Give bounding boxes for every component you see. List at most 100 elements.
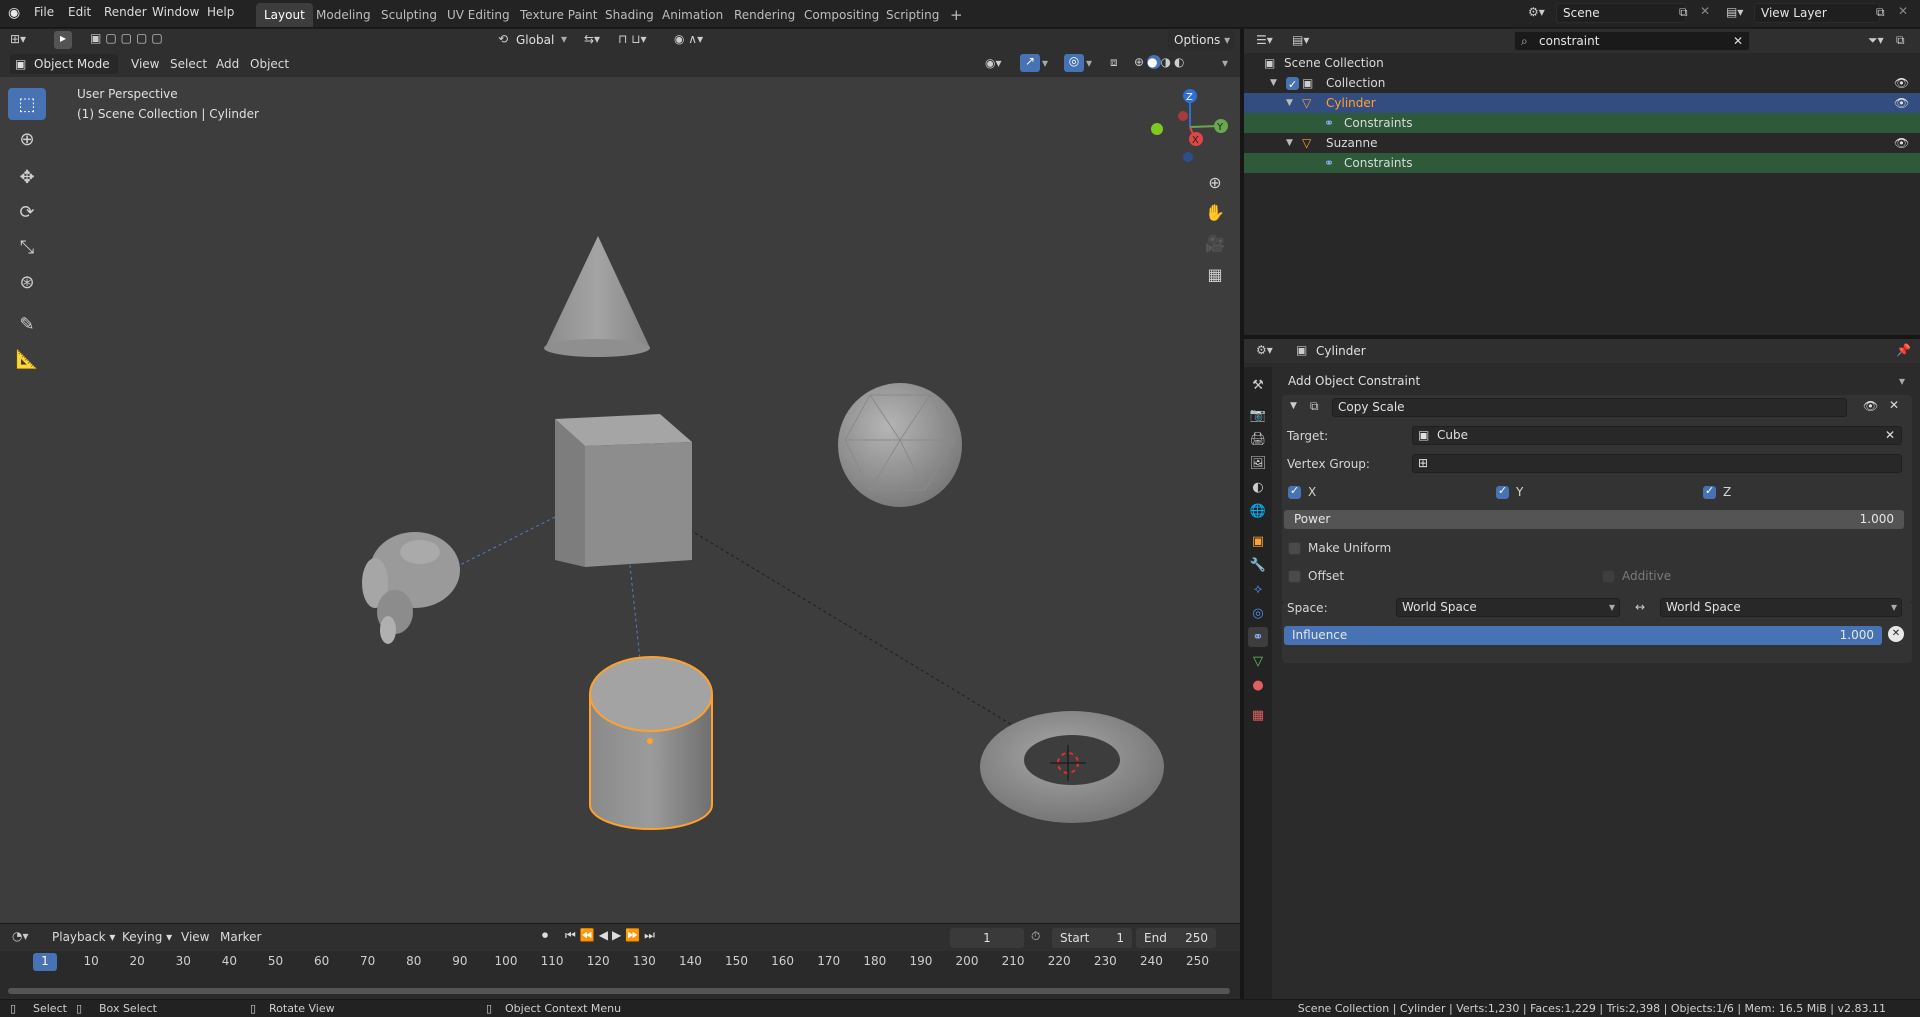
owner-space-dropdown[interactable]: World Space ▾ xyxy=(1396,598,1620,617)
vertex-group-field[interactable]: ⊞ xyxy=(1412,454,1902,473)
menu-playback[interactable]: Playback ▾ xyxy=(52,930,115,944)
influence-slider[interactable]: Influence 1.000 xyxy=(1284,626,1882,645)
eye-icon[interactable]: 👁 xyxy=(1894,93,1909,113)
pan-hand-icon[interactable]: ✋ xyxy=(1200,197,1230,227)
transform-orientation[interactable]: Global xyxy=(516,33,554,47)
tool-tab-icon[interactable]: ⚒ xyxy=(1248,375,1268,395)
tab-rendering[interactable]: Rendering xyxy=(726,3,803,27)
properties-editor-type-icon[interactable]: ⚙▾ xyxy=(1256,343,1273,357)
visibility-icon[interactable]: ◉▾ xyxy=(985,56,1002,70)
menu-edit[interactable]: Edit xyxy=(68,5,91,19)
panel-collapse-icon[interactable]: ▼ xyxy=(1290,401,1297,411)
outliner-row-collection[interactable]: ▼ ▣ Collection 👁 xyxy=(1244,73,1920,95)
modifier-tab-icon[interactable]: 🔧 xyxy=(1248,555,1268,575)
editor-type-icon[interactable]: ⊞▾ xyxy=(10,32,26,46)
pin-icon[interactable]: 📌 xyxy=(1896,343,1911,357)
offset-checkbox[interactable] xyxy=(1288,570,1301,583)
target-space-dropdown[interactable]: World Space ▾ xyxy=(1660,598,1902,617)
output-tab-icon[interactable]: 🖨 xyxy=(1248,429,1268,449)
zoom-icon[interactable]: ⊕ xyxy=(1200,167,1230,197)
move-tool-icon[interactable]: ✥ xyxy=(8,161,46,193)
suzanne-object[interactable] xyxy=(362,532,460,644)
clear-search-icon[interactable]: ✕ xyxy=(1733,32,1743,50)
new-view-layer-icon[interactable]: ⧉ xyxy=(1876,5,1885,20)
axis-y-checkbox[interactable] xyxy=(1496,484,1509,499)
cursor-tool-icon[interactable]: ⊕ xyxy=(8,123,46,155)
constraint-name-field[interactable]: Copy Scale xyxy=(1332,398,1847,417)
view-layer-icon[interactable]: ▤▾ xyxy=(1726,5,1743,19)
record-icon[interactable]: ⏺ xyxy=(542,928,548,943)
menu-keying[interactable]: Keying ▾ xyxy=(122,930,172,944)
target-field[interactable]: ▣ Cube ✕ xyxy=(1412,426,1902,445)
viewport-scene[interactable] xyxy=(0,77,1240,923)
expand-arrow-icon[interactable]: ▼ xyxy=(1270,73,1277,93)
navigation-gizmo[interactable]: Z Y X xyxy=(1145,86,1235,166)
menu-timeline-view[interactable]: View xyxy=(181,930,209,944)
display-mode-icon[interactable]: ▤▾ xyxy=(1292,33,1309,47)
object-tab-icon[interactable]: ▣ xyxy=(1248,531,1268,551)
timeline-editor[interactable]: ◔▾ Playback ▾ Keying ▾ View Marker ⏺ ⏮⏪◀… xyxy=(0,923,1240,999)
texture-tab-icon[interactable]: ▦ xyxy=(1248,705,1268,725)
view-layer-selector[interactable]: View Layer xyxy=(1754,3,1880,23)
tab-layout[interactable]: Layout xyxy=(256,3,313,27)
start-frame-field[interactable]: Start 1 xyxy=(1052,928,1132,948)
delete-scene-icon[interactable]: ✕ xyxy=(1700,4,1710,18)
menu-file[interactable]: File xyxy=(34,5,54,19)
scene-selector[interactable]: Scene xyxy=(1556,3,1686,23)
cone-object[interactable] xyxy=(544,236,650,357)
menu-marker[interactable]: Marker xyxy=(220,930,261,944)
eye-icon[interactable]: 👁 xyxy=(1894,73,1909,93)
add-workspace-button[interactable]: + xyxy=(942,3,971,27)
proportional-edit-icon[interactable]: ◉ ∧▾ xyxy=(674,32,703,46)
make-uniform-checkbox[interactable] xyxy=(1288,542,1301,555)
timeline-scrollbar[interactable] xyxy=(8,988,1230,994)
physics-tab-icon[interactable]: ◎ xyxy=(1248,603,1268,623)
snap-icon[interactable]: ⊓ ⊔▾ xyxy=(618,32,647,46)
outliner-row-cylinder-constraints[interactable]: ⚭ Constraints xyxy=(1244,113,1920,133)
expand-arrow-icon[interactable]: ▼ xyxy=(1286,93,1293,113)
material-tab-icon[interactable]: ● xyxy=(1248,675,1268,695)
world-tab-icon[interactable]: 🌐 xyxy=(1248,501,1268,521)
tab-animation[interactable]: Animation xyxy=(654,3,731,27)
axis-x-checkbox[interactable] xyxy=(1288,484,1301,499)
options-button[interactable]: Options ▾ xyxy=(1168,30,1234,50)
collection-enable-checkbox[interactable] xyxy=(1286,75,1299,95)
stopwatch-icon[interactable]: ⏱ xyxy=(1031,929,1040,944)
close-icon[interactable]: ✕ xyxy=(1889,398,1899,412)
outliner-search-input[interactable]: ⌕ constraint ✕ xyxy=(1514,31,1750,51)
data-tab-icon[interactable]: ▽ xyxy=(1248,651,1268,671)
orientation-dropdown-icon[interactable]: ▾ xyxy=(561,32,567,46)
menu-render[interactable]: Render xyxy=(104,5,147,19)
measure-tool-icon[interactable]: 📐 xyxy=(8,343,46,375)
blender-logo-icon[interactable]: ◉ xyxy=(8,5,20,21)
gizmo-dropdown-icon[interactable]: ▾ xyxy=(1042,56,1048,70)
render-tab-icon[interactable]: 📷 xyxy=(1248,405,1268,425)
eye-icon[interactable]: 👁 xyxy=(1863,399,1878,413)
view-layer-tab-icon[interactable]: 🖼 xyxy=(1248,453,1268,473)
outliner-row-suzanne[interactable]: ▼ ▽ Suzanne 👁 xyxy=(1244,133,1920,153)
cube-object[interactable] xyxy=(555,414,692,567)
eye-icon[interactable]: 👁 xyxy=(1894,133,1909,153)
pivot-icon[interactable]: ⇆▾ xyxy=(584,32,600,46)
annotate-tool-icon[interactable]: ✎ xyxy=(8,308,46,340)
expand-arrow-icon[interactable]: ▼ xyxy=(1286,133,1293,153)
selection-mode-icons[interactable]: ▣▢▢▢▢ xyxy=(90,31,167,45)
scene-tab-icon[interactable]: ◐ xyxy=(1248,477,1268,497)
playback-controls-icon[interactable]: ⏮⏪◀▶⏩⏭ xyxy=(565,928,659,943)
axis-z-checkbox[interactable] xyxy=(1703,484,1716,499)
power-slider[interactable]: Power 1.000 xyxy=(1284,510,1904,529)
perspective-toggle-icon[interactable]: ▦ xyxy=(1200,259,1230,289)
tab-texture-paint[interactable]: Texture Paint xyxy=(512,3,605,27)
tab-modeling[interactable]: Modeling xyxy=(308,3,379,27)
icosphere-object[interactable] xyxy=(838,383,962,507)
particles-tab-icon[interactable]: ⟡ xyxy=(1248,579,1268,599)
constraints-tab-icon[interactable]: ⚭ xyxy=(1248,627,1268,647)
menu-add[interactable]: Add xyxy=(216,57,239,71)
timeline-editor-type-icon[interactable]: ◔▾ xyxy=(12,929,29,943)
menu-window[interactable]: Window xyxy=(152,5,199,19)
delete-view-layer-icon[interactable]: ✕ xyxy=(1898,4,1908,18)
scale-tool-icon[interactable]: ⤡ xyxy=(8,231,46,263)
select-box-tool-icon[interactable]: ⬚ xyxy=(8,88,46,120)
menu-help[interactable]: Help xyxy=(207,5,234,19)
disable-keep-transform-icon[interactable]: ✕ xyxy=(1888,626,1904,642)
